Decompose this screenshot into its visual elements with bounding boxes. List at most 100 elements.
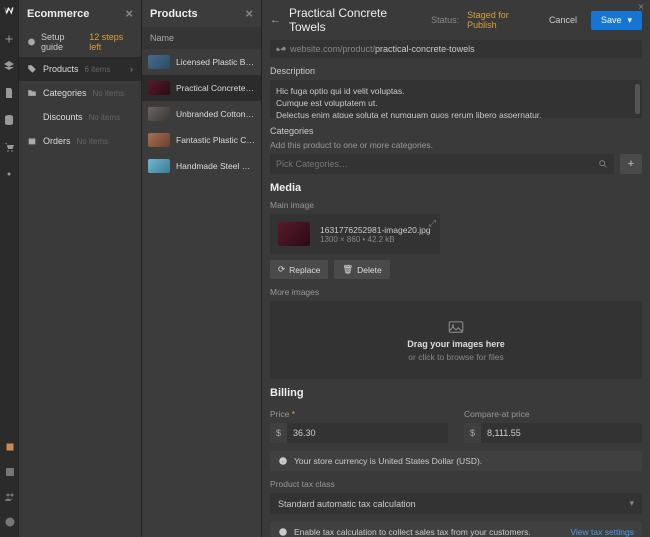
more-images-label: More images — [270, 287, 642, 297]
product-thumb — [148, 133, 170, 147]
tax-settings-link[interactable]: View tax settings — [570, 527, 634, 537]
compare-field[interactable]: $ — [464, 423, 642, 443]
delete-label: Delete — [357, 265, 382, 275]
close-icon[interactable]: × — [245, 6, 253, 21]
product-thumb — [148, 55, 170, 69]
product-thumb — [148, 159, 170, 173]
setup-guide[interactable]: Setup guide 12 steps left — [19, 27, 141, 57]
tax-class-label: Product tax class — [270, 479, 642, 489]
list-item[interactable]: Unbranded Cotton Car — [142, 101, 261, 127]
currency-info: Your store currency is United States Dol… — [270, 451, 642, 471]
info-icon — [278, 456, 288, 466]
currency-symbol: $ — [270, 423, 287, 443]
image-dropzone[interactable]: Drag your images here or click to browse… — [270, 301, 642, 379]
currency-symbol: $ — [464, 423, 481, 443]
tax-info-text: Enable tax calculation to collect sales … — [294, 527, 531, 537]
image-thumbnail[interactable] — [278, 222, 310, 246]
cancel-button[interactable]: Cancel — [543, 11, 583, 29]
billing-heading: Billing — [270, 387, 642, 399]
image-filename: 1631776252981-image20.jpg — [320, 225, 431, 235]
replace-label: Replace — [289, 265, 320, 275]
editor-content: website.com/product/practical-concrete-t… — [262, 40, 650, 537]
info-icon — [278, 527, 288, 537]
rail-users-icon[interactable] — [4, 491, 16, 506]
rail-help-icon[interactable] — [4, 516, 16, 531]
product-list: Licensed Plastic Bike Practical Concrete… — [142, 49, 261, 179]
refresh-icon: ⟳ — [278, 264, 285, 275]
save-button[interactable]: Save▾ — [591, 11, 642, 30]
products-panel: Products × Name Licensed Plastic Bike Pr… — [142, 0, 262, 537]
chevron-down-icon: ▾ — [629, 498, 634, 509]
window-close[interactable]: × — [638, 2, 644, 13]
nav-label: Categories — [43, 88, 87, 98]
product-name: Practical Concrete To… — [176, 83, 255, 93]
save-label: Save — [601, 15, 622, 25]
nav-count: No items — [89, 113, 121, 122]
close-icon[interactable]: × — [125, 6, 133, 21]
rail-logo-icon[interactable] — [3, 6, 15, 21]
price-field[interactable]: $ — [270, 423, 448, 443]
editor-topbar: ← Practical Concrete Towels Status: Stag… — [262, 0, 650, 40]
expand-icon[interactable]: ⤢ — [429, 218, 436, 229]
scrollbar[interactable] — [635, 84, 640, 114]
rail-audit-icon[interactable] — [4, 466, 16, 481]
ecommerce-nav: Products 6 items › Categories No items D… — [19, 57, 141, 153]
rail-settings-icon[interactable] — [3, 168, 15, 183]
compare-input[interactable] — [481, 423, 642, 443]
price-input[interactable] — [287, 423, 448, 443]
status-value: Staged for Publish — [467, 10, 535, 30]
dropzone-title: Drag your images here — [407, 339, 505, 349]
back-arrow-icon[interactable]: ← — [270, 14, 281, 26]
categories-input[interactable]: Pick Categories… — [270, 154, 614, 174]
nav-count: No items — [93, 89, 125, 98]
app-root: Ecommerce × Setup guide 12 steps left Pr… — [0, 0, 650, 537]
trash-icon: 🗑 — [342, 264, 353, 275]
nav-categories[interactable]: Categories No items — [19, 81, 141, 105]
search-icon — [598, 159, 608, 169]
rail-cart-icon[interactable] — [3, 141, 15, 156]
list-item[interactable]: Practical Concrete To… — [142, 75, 261, 101]
add-category-button[interactable]: + — [620, 154, 642, 174]
nav-products[interactable]: Products 6 items › — [19, 57, 141, 81]
currency-info-text: Your store currency is United States Dol… — [294, 456, 482, 466]
product-editor: ← Practical Concrete Towels Status: Stag… — [262, 0, 650, 537]
ecommerce-title: Ecommerce — [27, 8, 89, 20]
status-label: Status: — [431, 15, 459, 25]
list-item[interactable]: Handmade Steel Fish — [142, 153, 261, 179]
slug-field[interactable]: website.com/product/practical-concrete-t… — [270, 40, 642, 58]
list-item[interactable]: Fantastic Plastic Chair — [142, 127, 261, 153]
nav-label: Discounts — [43, 112, 83, 122]
nav-discounts[interactable]: Discounts No items — [19, 105, 141, 129]
nav-orders[interactable]: Orders No items — [19, 129, 141, 153]
nav-label: Orders — [43, 136, 71, 146]
price-label: Price * — [270, 409, 448, 419]
main-image-card: ⤢ 1631776252981-image20.jpg 1300 × 860 •… — [270, 214, 440, 254]
rail-layers-icon[interactable] — [3, 60, 15, 75]
product-name: Licensed Plastic Bike — [176, 57, 255, 67]
main-image-label: Main image — [270, 200, 642, 210]
product-name: Handmade Steel Fish — [176, 161, 255, 171]
rail-add-icon[interactable] — [3, 33, 15, 48]
tax-class-value: Standard automatic tax calculation — [278, 499, 416, 509]
product-thumb — [148, 81, 170, 95]
rail-db-icon[interactable] — [3, 114, 15, 129]
tax-info: Enable tax calculation to collect sales … — [270, 522, 642, 537]
nav-count: 6 items — [85, 65, 111, 74]
delete-button[interactable]: 🗑 Delete — [334, 260, 389, 279]
product-thumb — [148, 107, 170, 121]
compare-label: Compare-at price — [464, 409, 642, 419]
description-label: Description — [270, 66, 642, 76]
description-field[interactable]: Hic fuga optio qui id velit voluptas. Cu… — [270, 80, 642, 118]
rail-page-icon[interactable] — [3, 87, 15, 102]
replace-button[interactable]: ⟳ Replace — [270, 260, 328, 279]
rail-stop-icon[interactable] — [4, 441, 16, 456]
chevron-right-icon: › — [130, 64, 133, 74]
tax-class-select[interactable]: Standard automatic tax calculation ▾ — [270, 493, 642, 514]
categories-placeholder: Pick Categories… — [276, 159, 348, 169]
nav-count: No items — [77, 137, 109, 146]
slug-value: practical-concrete-towels — [375, 44, 475, 54]
list-item[interactable]: Licensed Plastic Bike — [142, 49, 261, 75]
ecommerce-panel: Ecommerce × Setup guide 12 steps left Pr… — [19, 0, 142, 537]
media-heading: Media — [270, 182, 642, 194]
nav-label: Products — [43, 64, 79, 74]
